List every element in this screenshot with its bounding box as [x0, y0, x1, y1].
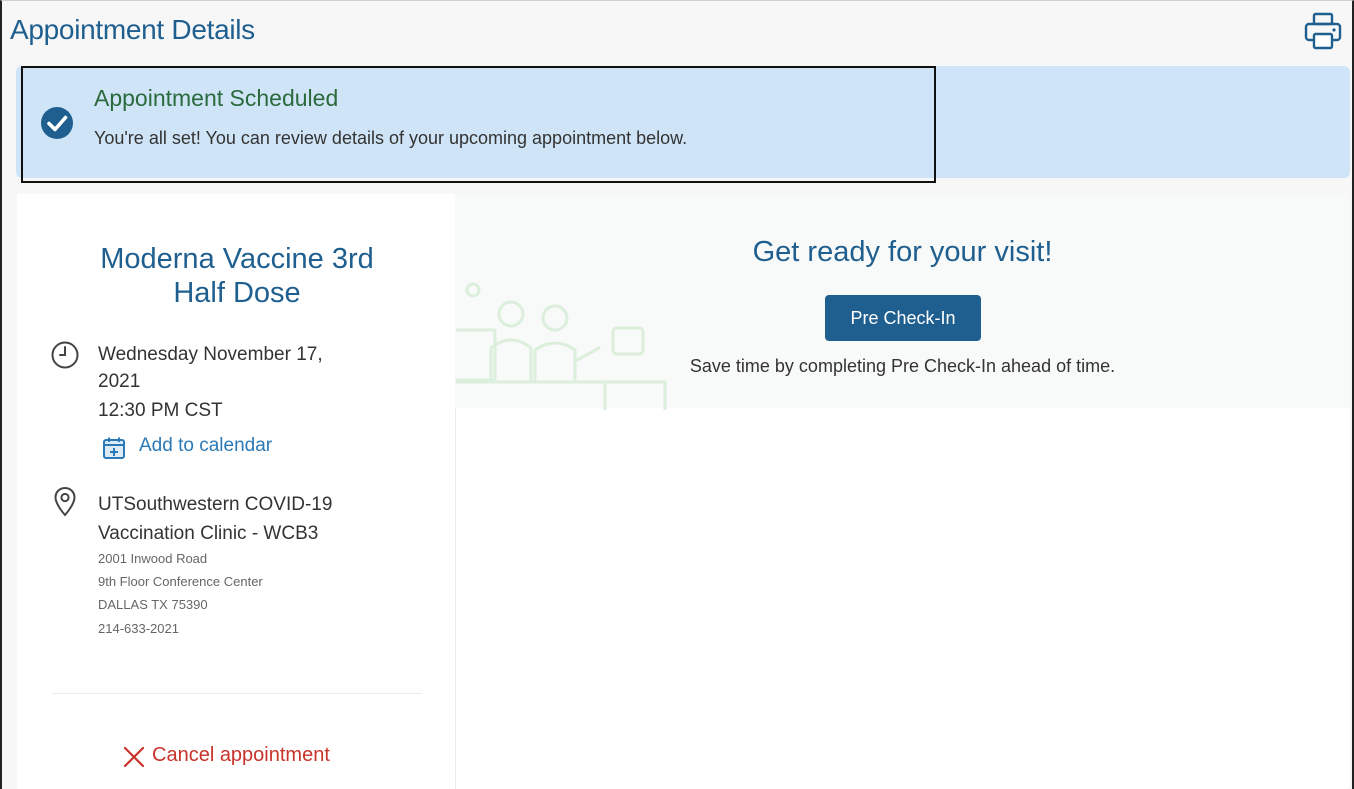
- clinic-name-line-2: Vaccination Clinic - WCB3: [98, 523, 319, 544]
- banner-title: Appointment Scheduled: [94, 85, 339, 111]
- visit-heading: Get ready for your visit!: [752, 236, 1053, 268]
- waiting-room-illustration: [455, 282, 667, 410]
- print-button[interactable]: [1303, 11, 1343, 51]
- clock-icon: [51, 341, 79, 369]
- address-city: DALLAS TX 75390: [98, 597, 208, 612]
- appointment-time: 12:30 PM CST: [98, 400, 223, 421]
- page-title: Appointment Details: [10, 14, 255, 45]
- clinic-phone: 214-633-2021: [98, 621, 179, 636]
- appointment-title: Moderna Vaccine 3rd Half Dose: [50, 242, 424, 310]
- appointment-title-line-2: Half Dose: [173, 277, 301, 309]
- address-floor: 9th Floor Conference Center: [98, 574, 263, 589]
- appointment-title-line-1: Moderna Vaccine 3rd: [100, 243, 374, 275]
- appointment-date-line-2: 2021: [98, 371, 141, 392]
- pre-check-in-description: Save time by completing Pre Check-In ahe…: [689, 356, 1116, 376]
- appointment-date-line-1: Wednesday November 17,: [98, 344, 323, 365]
- cancel-appointment-label: Cancel appointment: [152, 744, 330, 766]
- check-circle-icon: [41, 107, 73, 139]
- calendar-icon: [103, 437, 125, 459]
- add-to-calendar-label: Add to calendar: [139, 435, 273, 456]
- panel-divider: [52, 693, 422, 694]
- address-street: 2001 Inwood Road: [98, 551, 208, 566]
- x-icon: [123, 746, 145, 768]
- map-pin-icon: [54, 486, 76, 517]
- printer-icon: [1304, 12, 1342, 50]
- clinic-name-line-1: UTSouthwestern COVID-19: [98, 494, 333, 515]
- banner-focus-outline: [21, 66, 936, 183]
- pre-check-in-button[interactable]: Pre Check-In: [825, 295, 981, 341]
- banner-message: You're all set! You can review details o…: [94, 128, 688, 148]
